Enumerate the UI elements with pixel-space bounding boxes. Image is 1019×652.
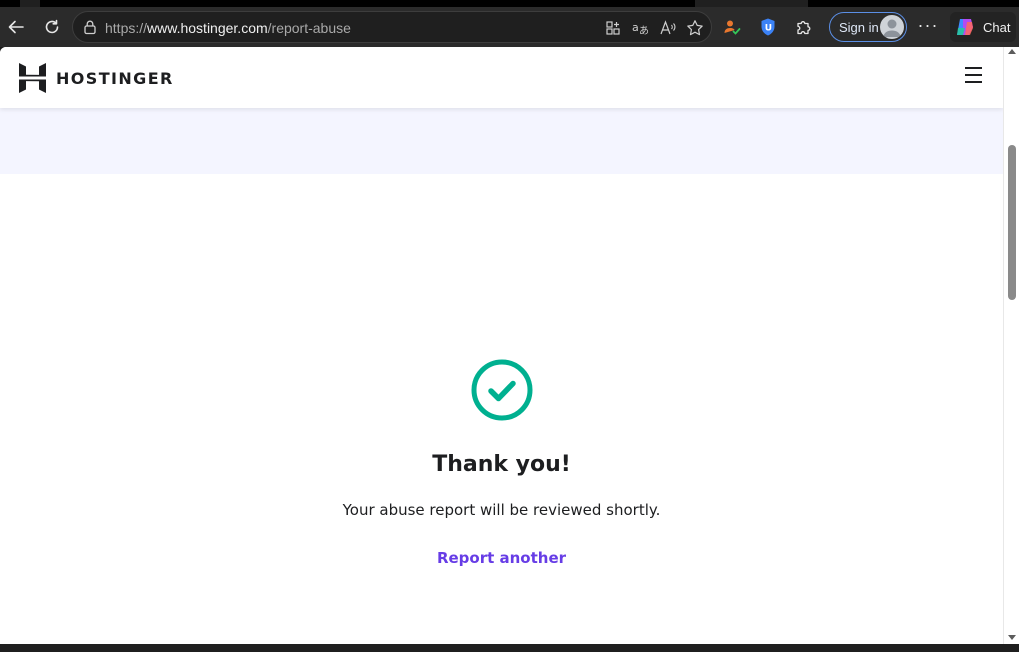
scroll-down-arrow-icon[interactable]	[1008, 635, 1016, 640]
address-bar[interactable]: https://www.hostinger.com/report-abuse a…	[72, 11, 712, 43]
hero-band	[0, 108, 1003, 174]
svg-text:あ: あ	[639, 25, 649, 36]
hostinger-logo[interactable]: HOSTINGER	[19, 63, 174, 93]
hostinger-logo-icon	[19, 63, 46, 93]
lock-icon[interactable]	[83, 19, 97, 35]
puzzle-icon	[797, 21, 811, 35]
person-check-icon	[724, 20, 741, 35]
active-tab[interactable]	[40, 0, 695, 7]
logo-text: HOSTINGER	[56, 68, 174, 88]
copilot-chat-button[interactable]: Chat	[950, 12, 1016, 42]
refresh-icon	[45, 19, 59, 34]
svg-text:U: U	[765, 24, 772, 34]
url-host: www.hostinger.com	[147, 20, 268, 36]
shield-icon: U	[761, 18, 775, 36]
scroll-thumb[interactable]	[1008, 145, 1016, 300]
translate-icon[interactable]: aあ	[630, 18, 650, 38]
more-menu-button[interactable]: ···	[914, 11, 942, 43]
extension-profile-button[interactable]	[716, 11, 748, 43]
chat-label: Chat	[983, 19, 1011, 35]
url-prefix: https://	[105, 20, 148, 36]
sign-in-label: Sign in	[839, 19, 879, 35]
favorite-star-icon[interactable]	[685, 18, 705, 38]
avatar-icon	[880, 15, 904, 39]
svg-text:a: a	[632, 21, 639, 34]
back-arrow-icon	[8, 20, 24, 34]
browser-toolbar: https://www.hostinger.com/report-abuse a…	[0, 7, 1019, 47]
extensions-button[interactable]	[788, 11, 820, 43]
menu-hamburger-icon[interactable]	[963, 67, 985, 85]
sign-in-button[interactable]: Sign in	[829, 12, 907, 42]
scroll-up-arrow-icon[interactable]	[1008, 49, 1016, 54]
back-button[interactable]	[0, 11, 32, 43]
read-aloud-icon[interactable]	[658, 18, 678, 38]
tab-right[interactable]	[808, 0, 1019, 7]
report-another-link[interactable]: Report another	[0, 549, 1003, 567]
url-text[interactable]: https://www.hostinger.com/report-abuse	[105, 20, 351, 36]
page-viewport: HOSTINGER Thank you! Your abuse report w…	[0, 47, 1003, 644]
success-title: Thank you!	[432, 452, 571, 477]
site-header: HOSTINGER	[0, 47, 1003, 108]
check-circle-icon	[471, 359, 533, 421]
copilot-icon	[957, 19, 973, 35]
shield-extension-button[interactable]: U	[752, 11, 784, 43]
window-bottom-edge	[0, 644, 1019, 652]
vertical-scrollbar[interactable]	[1003, 47, 1019, 644]
success-subtitle: Your abuse report will be reviewed short…	[342, 501, 661, 519]
tab-left[interactable]	[0, 0, 20, 7]
url-path: /report-abuse	[267, 20, 351, 36]
tab-strip	[0, 0, 1019, 7]
refresh-button[interactable]	[36, 11, 68, 43]
app-available-icon[interactable]	[603, 18, 623, 38]
